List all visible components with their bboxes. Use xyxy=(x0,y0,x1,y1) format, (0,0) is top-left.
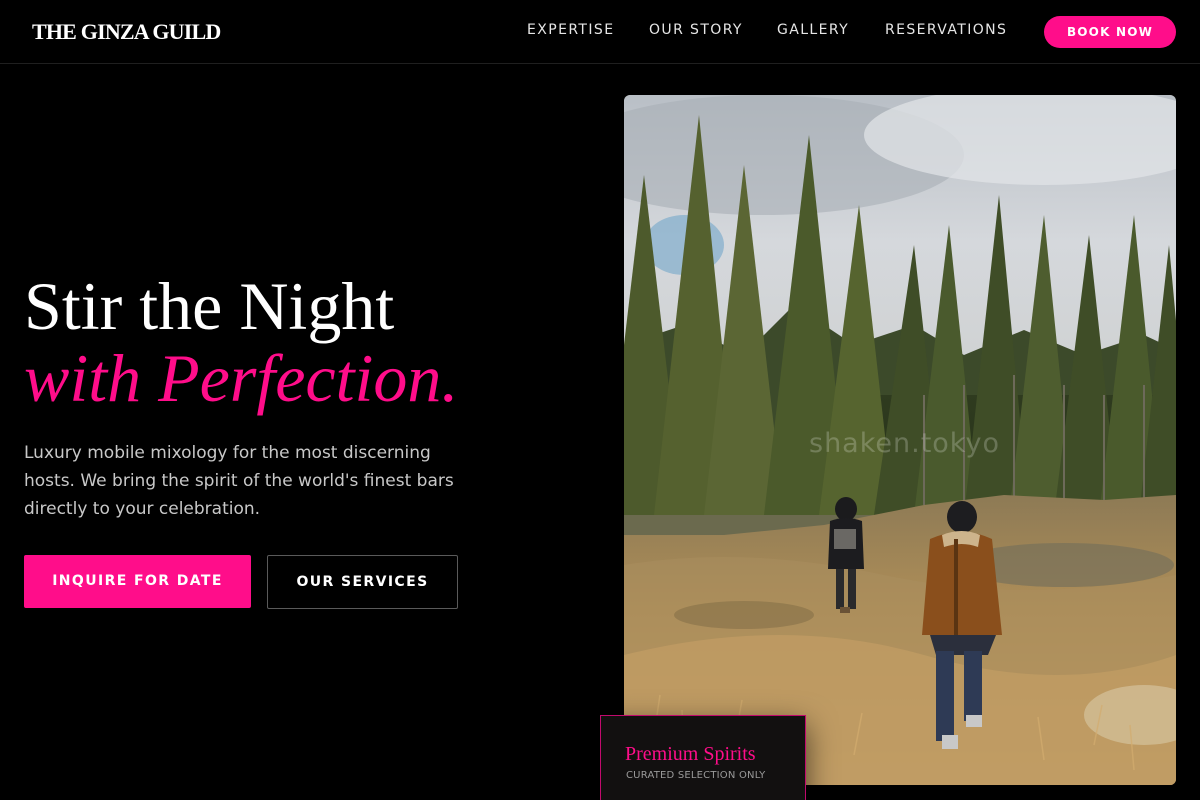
our-services-button[interactable]: OUR SERVICES xyxy=(267,555,458,609)
feature-card-title: Premium Spirits xyxy=(625,743,756,765)
nav-link-our-story[interactable]: OUR STORY xyxy=(649,20,743,40)
hero-title: Stir the Night with Perfection. xyxy=(24,270,458,414)
nav-link-expertise[interactable]: EXPERTISE xyxy=(527,20,614,40)
nav-link-gallery[interactable]: GALLERY xyxy=(777,20,849,40)
site-header: THE GINZA GUILD EXPERTISE OUR STORY GALL… xyxy=(0,0,1200,64)
book-now-button[interactable]: BOOK NOW xyxy=(1044,16,1176,48)
hero-description: Luxury mobile mixology for the most disc… xyxy=(24,443,454,519)
watermark-text: shaken.tokyo xyxy=(809,428,1000,459)
nav-link-reservations[interactable]: RESERVATIONS xyxy=(885,20,1007,40)
brand-logo[interactable]: THE GINZA GUILD xyxy=(32,19,221,45)
feature-card: Premium Spirits CURATED SELECTION ONLY xyxy=(600,715,806,800)
feature-card-subtitle: CURATED SELECTION ONLY xyxy=(626,770,766,781)
hero-title-line2: with Perfection. xyxy=(24,340,459,416)
hero-title-line1: Stir the Night xyxy=(24,268,395,344)
inquire-for-date-button[interactable]: INQUIRE FOR DATE xyxy=(24,555,251,608)
hero-photo: shaken.tokyo xyxy=(624,95,1176,785)
